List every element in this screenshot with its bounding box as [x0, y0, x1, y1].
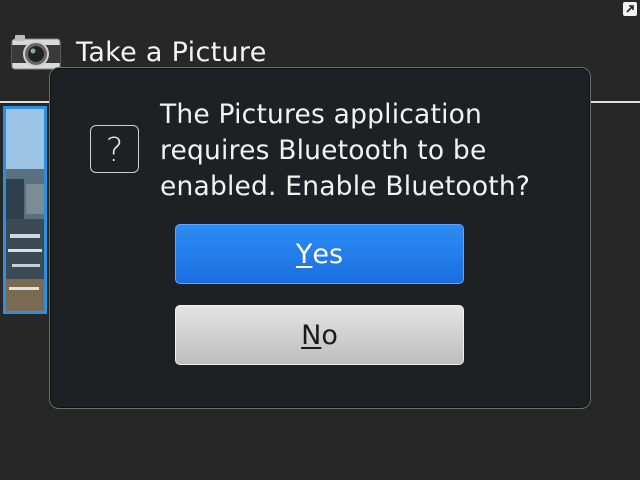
question-glyph: ? — [105, 129, 124, 169]
question-icon: ? — [90, 125, 139, 173]
no-button[interactable]: No — [175, 305, 464, 365]
yes-label-rest: es — [312, 238, 344, 270]
yes-accelerator: Y — [295, 238, 313, 270]
dialog-message: The Pictures application requires Blueto… — [160, 99, 531, 202]
expand-arrow-icon[interactable] — [623, 2, 637, 16]
yes-button[interactable]: Yes — [175, 224, 464, 284]
no-accelerator: N — [301, 319, 322, 351]
page-title: Take a Picture — [76, 36, 267, 68]
enable-bluetooth-dialog: ? The Pictures application requires Blue… — [49, 67, 591, 409]
screen: Take a Picture ? The Pictures applicatio… — [0, 0, 640, 480]
no-label-rest: o — [321, 319, 338, 351]
camera-icon — [11, 35, 61, 70]
photo-thumbnail[interactable] — [3, 106, 47, 314]
